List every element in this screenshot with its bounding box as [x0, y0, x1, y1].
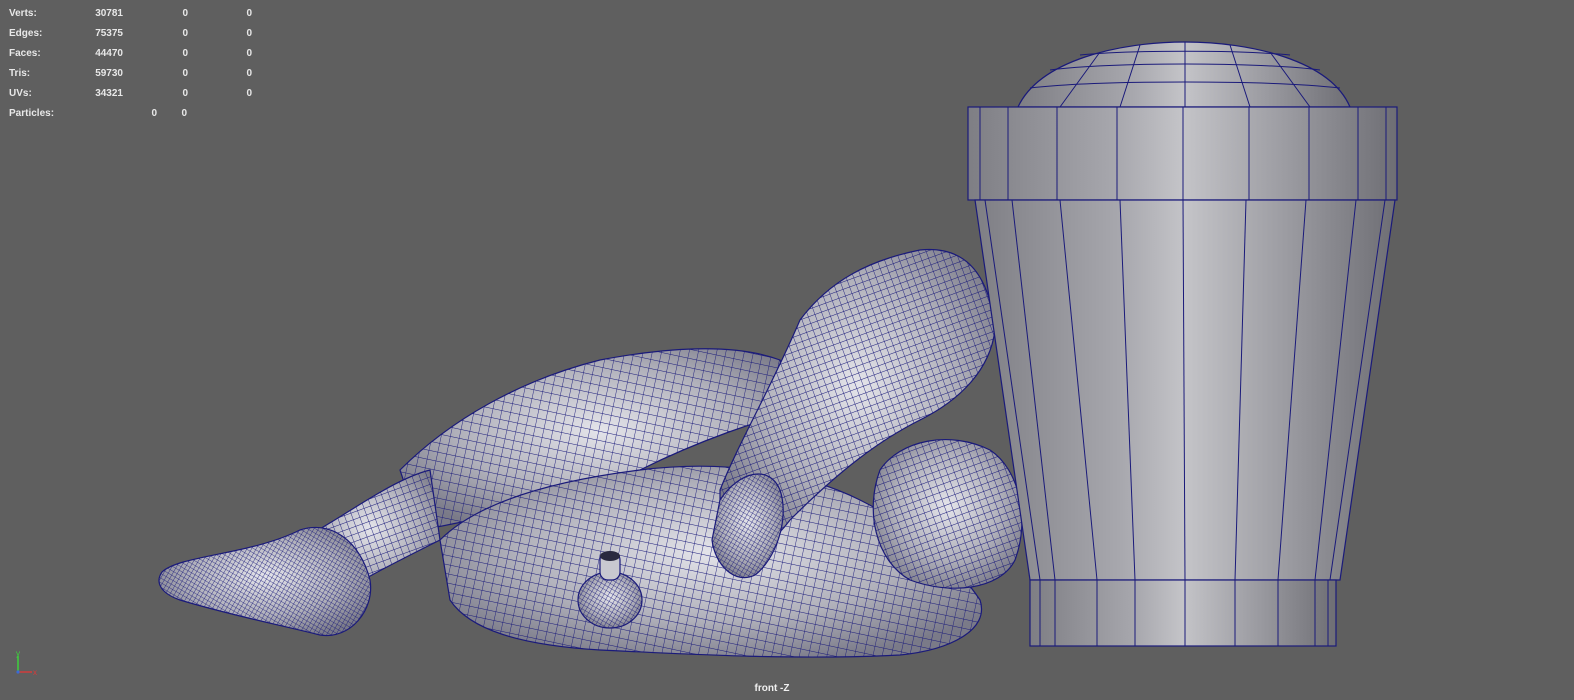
hud-value: 0: [151, 108, 157, 119]
hud-row-faces: Faces: 44470 0 0: [9, 44, 269, 64]
bin-base: [1029, 579, 1337, 647]
hud-value: 75375: [95, 28, 123, 39]
hud-label: UVs:: [9, 88, 32, 99]
hud-value: 30781: [95, 8, 123, 19]
front-viewport[interactable]: Verts: 30781 0 0 Edges: 75375 0 0 Faces:…: [0, 0, 1574, 700]
hud-value: 44470: [95, 48, 123, 59]
hud-value: 0: [246, 68, 252, 79]
hud-value: 0: [246, 48, 252, 59]
hud-label: Edges:: [9, 28, 43, 39]
axis-x-label: x: [33, 668, 37, 677]
figure-mesh[interactable]: [158, 248, 1023, 658]
hud-row-particles: Particles: 0 0: [9, 104, 269, 124]
hud-value: 0: [182, 48, 188, 59]
hud-row-verts: Verts: 30781 0 0: [9, 4, 269, 24]
hud-label: Verts:: [9, 8, 37, 19]
hud-value: 0: [182, 8, 188, 19]
hud-row-uvs: UVs: 34321 0 0: [9, 84, 269, 104]
axis-y-label: y: [16, 650, 20, 658]
trash-bin-mesh[interactable]: [967, 41, 1398, 647]
poly-count-hud: Verts: 30781 0 0 Edges: 75375 0 0 Faces:…: [9, 4, 269, 124]
hud-value: 0: [182, 68, 188, 79]
hud-row-edges: Edges: 75375 0 0: [9, 24, 269, 44]
hud-value: 0: [246, 88, 252, 99]
hud-label: Tris:: [9, 68, 31, 79]
hud-label: Particles:: [9, 108, 55, 119]
hud-value: 0: [246, 28, 252, 39]
axis-gizmo-icon: y x: [16, 650, 37, 677]
hud-value: 0: [181, 108, 187, 119]
camera-name-label: front -Z: [754, 683, 790, 694]
hud-row-tris: Tris: 59730 0 0: [9, 64, 269, 84]
hud-value: 0: [182, 28, 188, 39]
hud-value: 34321: [95, 88, 123, 99]
hud-label: Faces:: [9, 48, 41, 59]
hud-value: 59730: [95, 68, 123, 79]
hud-value: 0: [246, 8, 252, 19]
hud-value: 0: [182, 88, 188, 99]
